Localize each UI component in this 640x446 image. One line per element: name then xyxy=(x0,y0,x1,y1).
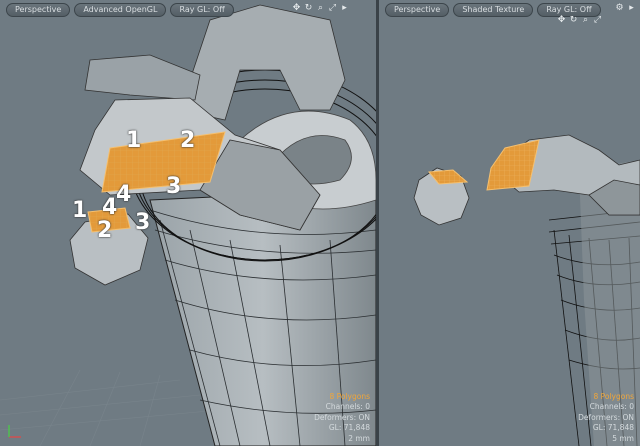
deformers-info: Deformers: ON xyxy=(314,412,370,422)
menu-arrow-icon[interactable]: ▸ xyxy=(627,3,636,14)
raygl-button[interactable]: Ray GL: Off xyxy=(170,3,234,17)
move-view-icon[interactable]: ✥ xyxy=(557,15,566,26)
rotate-view-icon[interactable]: ↻ xyxy=(304,3,313,14)
fit-view-icon[interactable]: ⤢ xyxy=(593,15,602,26)
rotate-view-icon[interactable]: ↻ xyxy=(569,15,578,26)
view-mode-button[interactable]: Perspective xyxy=(6,3,71,17)
left-nav-icons: ✥ ↻ ⌕ ⤢ ▸ xyxy=(292,3,349,14)
deformers-info: Deformers: ON xyxy=(578,412,634,422)
left-hud-info: 8 Polygons Channels: 0 Deformers: ON GL:… xyxy=(314,392,370,445)
left-viewport[interactable]: Perspective Advanced OpenGL Ray GL: Off … xyxy=(0,0,376,446)
scale-info: 2 mm xyxy=(348,433,370,443)
menu-arrow-icon[interactable]: ▸ xyxy=(340,3,349,14)
vertex-label: 1 xyxy=(126,128,142,153)
scale-info: 5 mm xyxy=(612,433,634,443)
vertex-label: 2 xyxy=(97,218,113,243)
vertex-label: 2 xyxy=(180,128,196,153)
gear-icon[interactable]: ⚙ xyxy=(615,3,624,14)
render-mode-button[interactable]: Shaded Texture xyxy=(453,3,534,17)
vertex-label: 4 xyxy=(102,195,118,220)
move-view-icon[interactable]: ✥ xyxy=(292,3,301,14)
gl-info: GL: 71,848 xyxy=(328,423,370,432)
polygon-count: 8 Polygons xyxy=(593,391,634,401)
right-hud-info: 8 Polygons Channels: 0 Deformers: ON GL:… xyxy=(578,392,634,445)
right-menu-icons: ⚙ ▸ xyxy=(615,3,636,14)
axis-gizmo-icon xyxy=(8,425,21,438)
render-mode-button[interactable]: Advanced OpenGL xyxy=(74,3,167,17)
left-viewport-toolbar: Perspective Advanced OpenGL Ray GL: Off xyxy=(6,3,234,17)
vertex-label: 1 xyxy=(72,198,88,223)
right-3d-scene[interactable] xyxy=(379,0,640,446)
zoom-view-icon[interactable]: ⌕ xyxy=(581,15,590,26)
channels-info: Channels: 0 xyxy=(325,402,370,411)
polygon-count: 8 Polygons xyxy=(329,391,370,401)
right-nav-icons: ✥ ↻ ⌕ ⤢ xyxy=(557,15,602,26)
vertex-label: 3 xyxy=(166,174,182,199)
channels-info: Channels: 0 xyxy=(589,402,634,411)
fit-view-icon[interactable]: ⤢ xyxy=(328,3,337,14)
right-viewport[interactable]: Perspective Shaded Texture Ray GL: Off ⚙… xyxy=(379,0,640,446)
vertex-label: 3 xyxy=(135,210,151,235)
view-mode-button[interactable]: Perspective xyxy=(385,3,450,17)
gl-info: GL: 71,848 xyxy=(592,423,634,432)
left-3d-scene[interactable] xyxy=(0,0,376,446)
zoom-view-icon[interactable]: ⌕ xyxy=(316,3,325,14)
vertex-label: 4 xyxy=(116,182,132,207)
